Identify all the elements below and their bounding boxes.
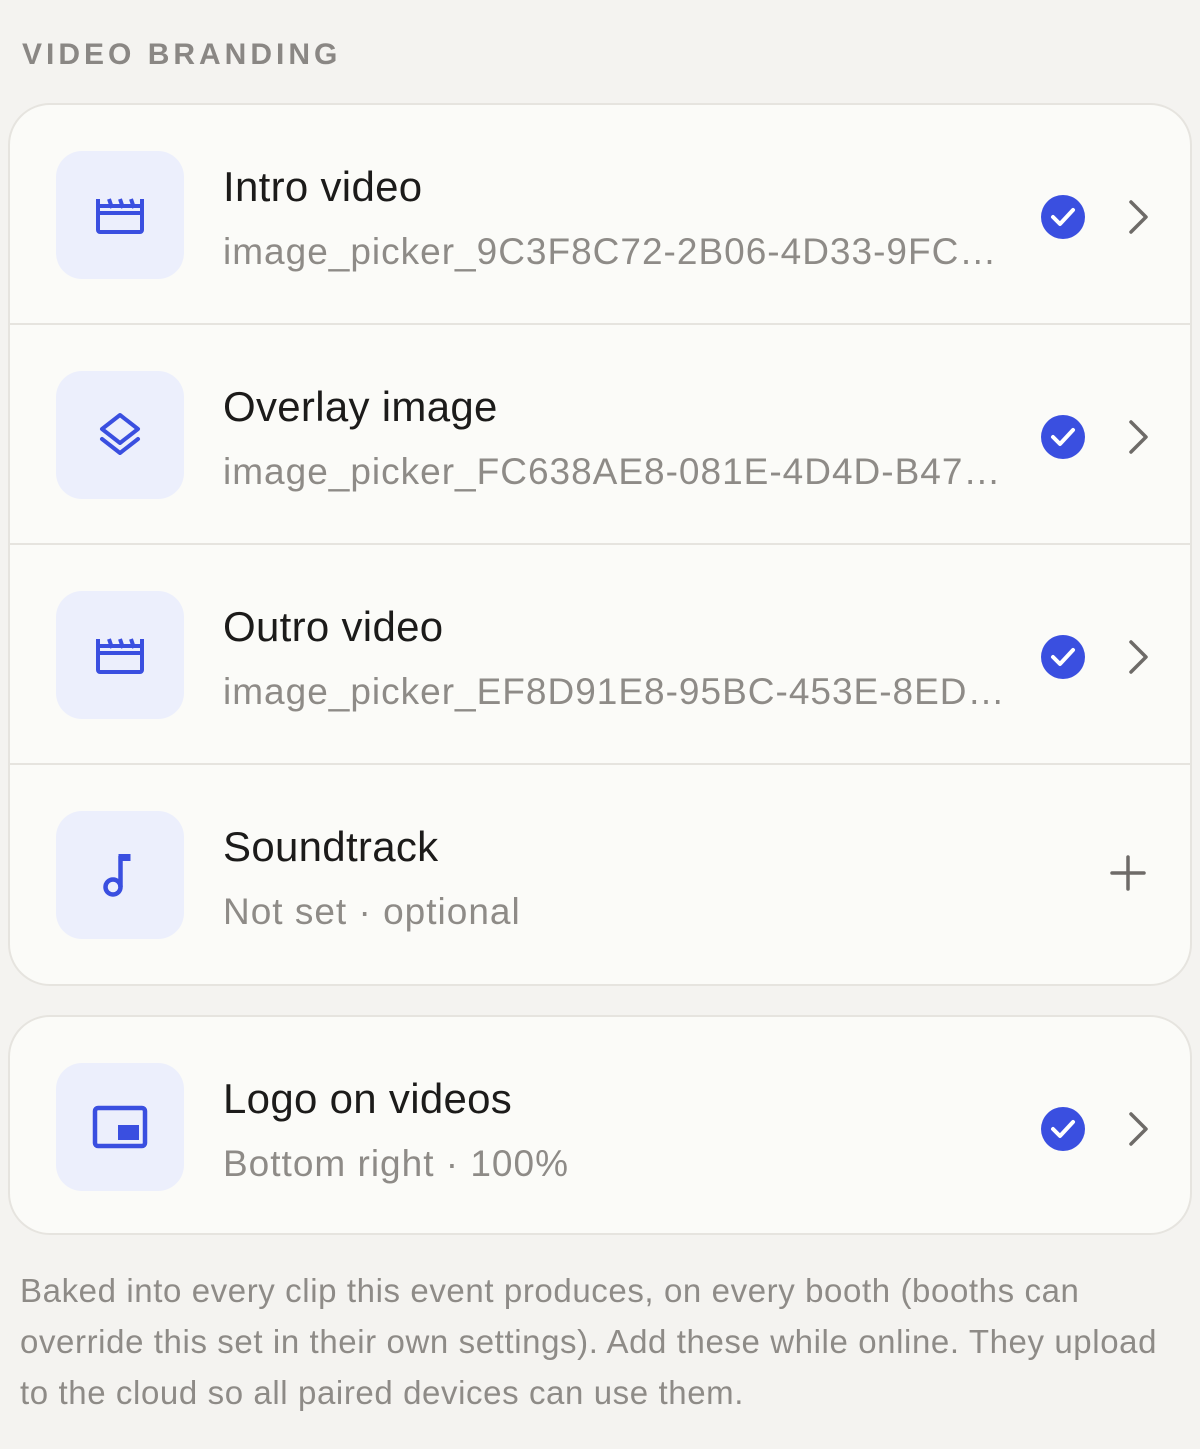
video-branding-screen: VIDEO BRANDING Intro video image_picker_…	[0, 0, 1200, 1449]
music-note-icon	[56, 811, 184, 939]
picture-in-picture-icon	[56, 1063, 184, 1191]
chevron-right-icon	[1118, 1109, 1158, 1149]
soundtrack-title: Soundtrack	[223, 823, 439, 870]
logo-on-videos-title: Logo on videos	[223, 1075, 513, 1122]
logo-card: Logo on videos Bottom right · 100%	[8, 1015, 1192, 1235]
chevron-right-icon	[1118, 417, 1158, 457]
chevron-right-icon	[1118, 637, 1158, 677]
checkmark-icon	[1041, 635, 1085, 679]
overlay-image-row[interactable]: Overlay image image_picker_FC638AE8-081E…	[10, 325, 1190, 545]
layers-icon	[56, 371, 184, 499]
soundtrack-status: Not set · optional	[223, 891, 521, 932]
clapperboard-icon	[56, 151, 184, 279]
overlay-image-filename: image_picker_FC638AE8-081E-4D4D-B47…	[223, 451, 1002, 492]
clapperboard-icon	[56, 591, 184, 719]
checkmark-icon	[1041, 195, 1085, 239]
intro-video-title: Intro video	[223, 163, 423, 210]
soundtrack-row[interactable]: Soundtrack Not set · optional	[10, 765, 1190, 984]
overlay-image-title: Overlay image	[223, 383, 498, 430]
outro-video-row[interactable]: Outro video image_picker_EF8D91E8-95BC-4…	[10, 545, 1190, 765]
intro-video-row[interactable]: Intro video image_picker_9C3F8C72-2B06-4…	[10, 105, 1190, 325]
section-footnote: Baked into every clip this event produce…	[20, 1272, 1158, 1411]
chevron-right-icon	[1118, 197, 1158, 237]
section-title: VIDEO BRANDING	[22, 38, 342, 71]
checkmark-icon	[1041, 415, 1085, 459]
add-icon[interactable]	[1106, 851, 1150, 895]
outro-video-filename: image_picker_EF8D91E8-95BC-453E-8ED…	[223, 671, 1006, 712]
logo-on-videos-summary: Bottom right · 100%	[223, 1143, 569, 1184]
checkmark-icon	[1041, 1107, 1085, 1151]
intro-video-filename: image_picker_9C3F8C72-2B06-4D33-9FC…	[223, 231, 998, 272]
logo-on-videos-row[interactable]: Logo on videos Bottom right · 100%	[10, 1017, 1190, 1233]
branding-list-card: Intro video image_picker_9C3F8C72-2B06-4…	[8, 103, 1192, 986]
outro-video-title: Outro video	[223, 603, 444, 650]
